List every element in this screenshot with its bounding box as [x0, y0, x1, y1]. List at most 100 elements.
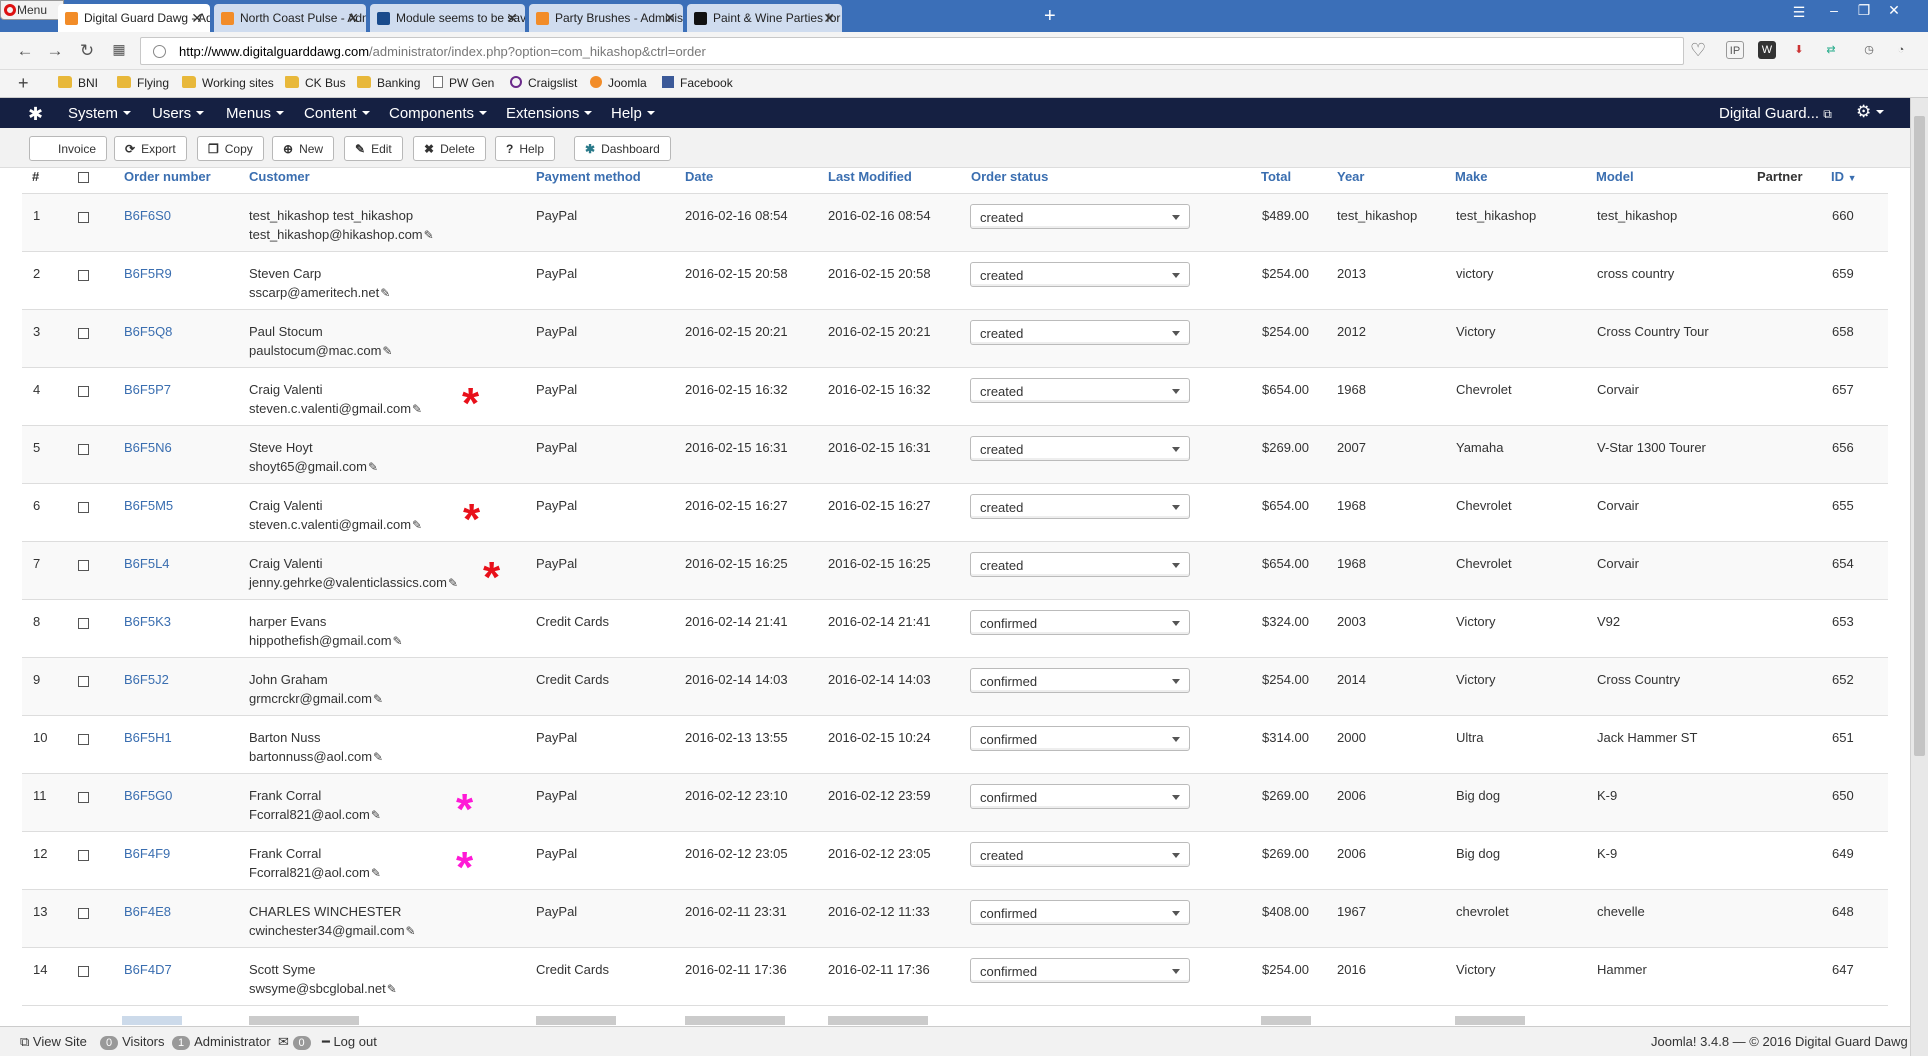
order-status-select[interactable]: confirmed: [970, 668, 1190, 693]
edit-pencil-icon[interactable]: ✎: [373, 750, 383, 764]
edit-pencil-icon[interactable]: ✎: [387, 982, 397, 996]
bookmark-banking[interactable]: Banking: [357, 76, 420, 90]
select-all-checkbox[interactable]: [78, 172, 89, 183]
menu-extensions[interactable]: Extensions: [506, 105, 593, 122]
edit-pencil-icon[interactable]: ✎: [368, 460, 378, 474]
col-payment-method[interactable]: Payment method: [536, 169, 641, 184]
order-status-select[interactable]: confirmed: [970, 726, 1190, 751]
edit-pencil-icon[interactable]: ✎: [406, 924, 416, 938]
row-checkbox[interactable]: [78, 850, 89, 861]
row-checkbox[interactable]: [78, 908, 89, 919]
order-status-select[interactable]: confirmed: [970, 958, 1190, 983]
edit-pencil-icon[interactable]: ✎: [393, 634, 403, 648]
browser-tab[interactable]: North Coast Pulse - Administration✕: [214, 4, 366, 32]
scrollbar-thumb[interactable]: [1914, 116, 1925, 756]
order-number-link[interactable]: B6F4D7: [124, 962, 172, 977]
view-site-link[interactable]: ⧉ View Site: [20, 1034, 87, 1050]
menu-users[interactable]: Users: [152, 105, 205, 122]
close-window-icon[interactable]: ✕: [1882, 2, 1906, 19]
col-order-number[interactable]: Order number: [124, 169, 211, 184]
sync-extension-icon[interactable]: ⇄: [1822, 41, 1840, 59]
export-button[interactable]: ⟳ Export: [114, 136, 187, 161]
close-tab-icon[interactable]: ✕: [506, 10, 518, 27]
invoice-button[interactable]: Invoice: [29, 136, 108, 161]
order-status-select[interactable]: created: [970, 262, 1190, 287]
col-model[interactable]: Model: [1596, 169, 1634, 184]
col-date[interactable]: Date: [685, 169, 713, 184]
order-status-select[interactable]: confirmed: [970, 784, 1190, 809]
order-number-link[interactable]: B6F4F9: [124, 846, 170, 861]
order-status-select[interactable]: created: [970, 378, 1190, 403]
download-extension-icon[interactable]: ⬇: [1790, 41, 1808, 59]
order-number-link[interactable]: B6F5P7: [124, 382, 171, 397]
bookmark-facebook[interactable]: Facebook: [662, 76, 733, 90]
order-number-link[interactable]: B6F5R9: [124, 266, 172, 281]
new-tab-plus-icon[interactable]: +: [1044, 6, 1056, 26]
edit-pencil-icon[interactable]: ✎: [371, 808, 381, 822]
row-checkbox[interactable]: [78, 270, 89, 281]
row-checkbox[interactable]: [78, 618, 89, 629]
row-checkbox[interactable]: [78, 502, 89, 513]
add-bookmark-icon[interactable]: +: [18, 73, 29, 94]
forward-arrow-icon[interactable]: →: [44, 41, 66, 61]
menu-components[interactable]: Components: [389, 105, 488, 122]
account-extension-icon[interactable]: ◔: [1892, 41, 1910, 59]
close-tab-icon[interactable]: ✕: [664, 10, 676, 27]
logout-link[interactable]: ━ Log out: [322, 1034, 377, 1050]
bookmark-joomla[interactable]: Joomla: [590, 76, 647, 90]
new-button[interactable]: ⊕ New: [272, 136, 335, 161]
edit-pencil-icon[interactable]: ✎: [382, 344, 392, 358]
col-total[interactable]: Total: [1261, 169, 1291, 184]
order-status-select[interactable]: confirmed: [970, 610, 1190, 635]
row-checkbox[interactable]: [78, 734, 89, 745]
bookmark-craigslist[interactable]: Craigslist: [510, 76, 577, 90]
order-number-link[interactable]: B6F6S0: [124, 208, 171, 223]
site-info-icon[interactable]: [153, 45, 166, 58]
order-status-select[interactable]: created: [970, 494, 1190, 519]
order-number-link[interactable]: B6F5L4: [124, 556, 170, 571]
bookmark-pw-gen[interactable]: PW Gen: [433, 76, 494, 90]
order-status-select[interactable]: created: [970, 436, 1190, 461]
bookmark-working-sites[interactable]: Working sites: [182, 76, 274, 90]
back-arrow-icon[interactable]: ←: [14, 41, 36, 61]
menu-system[interactable]: System: [68, 105, 132, 122]
col-make[interactable]: Make: [1455, 169, 1488, 184]
edit-pencil-icon[interactable]: ✎: [412, 518, 422, 532]
order-number-link[interactable]: B6F5K3: [124, 614, 171, 629]
joomla-logo-icon[interactable]: ✱: [28, 104, 43, 125]
row-checkbox[interactable]: [78, 792, 89, 803]
col-order-status[interactable]: Order status: [971, 169, 1048, 184]
col-customer[interactable]: Customer: [249, 169, 310, 184]
close-tab-icon[interactable]: ✕: [347, 10, 359, 27]
tab-menu-icon[interactable]: ☰: [1787, 4, 1811, 21]
edit-pencil-icon[interactable]: ✎: [448, 576, 458, 590]
vertical-scrollbar[interactable]: [1910, 98, 1928, 1056]
bookmark-ck-bus[interactable]: CK Bus: [285, 76, 346, 90]
menu-content[interactable]: Content: [304, 105, 370, 122]
order-status-select[interactable]: confirmed: [970, 900, 1190, 925]
reload-icon[interactable]: ↻: [76, 41, 98, 61]
help-button[interactable]: ? Help: [495, 136, 556, 161]
menu-help[interactable]: Help: [611, 105, 655, 122]
bookmark-bni[interactable]: BNI: [58, 76, 98, 90]
row-checkbox[interactable]: [78, 560, 89, 571]
order-number-link[interactable]: B6F5J2: [124, 672, 169, 687]
edit-pencil-icon[interactable]: ✎: [373, 692, 383, 706]
row-checkbox[interactable]: [78, 676, 89, 687]
ip-extension-icon[interactable]: IP: [1726, 41, 1744, 59]
browser-tab[interactable]: Module seems to be saving a...✕: [370, 4, 525, 32]
order-number-link[interactable]: B6F5Q8: [124, 324, 172, 339]
menu-menus[interactable]: Menus: [226, 105, 285, 122]
row-checkbox[interactable]: [78, 212, 89, 223]
col-year[interactable]: Year: [1337, 169, 1364, 184]
order-status-select[interactable]: created: [970, 842, 1190, 867]
opera-menu-button[interactable]: Menu: [0, 0, 64, 20]
wot-extension-icon[interactable]: W: [1758, 41, 1776, 59]
browser-tab[interactable]: Party Brushes - Administration✕: [529, 4, 683, 32]
row-checkbox[interactable]: [78, 386, 89, 397]
url-field[interactable]: http://www.digitalguarddawg.com/administ…: [140, 37, 1684, 65]
delete-button[interactable]: ✖ Delete: [413, 136, 486, 161]
site-link[interactable]: Digital Guard... ⧉: [1719, 105, 1832, 122]
order-number-link[interactable]: B6F5G0: [124, 788, 172, 803]
order-status-select[interactable]: created: [970, 204, 1190, 229]
